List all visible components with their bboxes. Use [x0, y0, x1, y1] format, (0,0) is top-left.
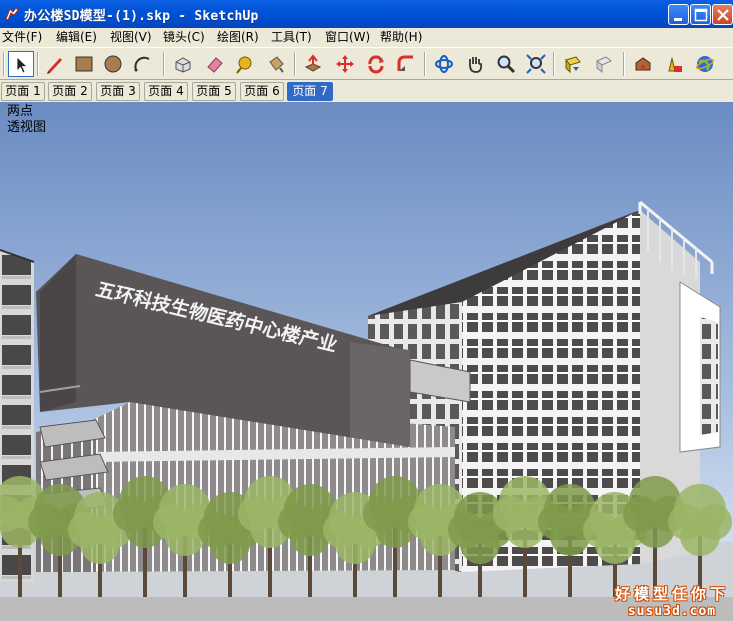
select-arrow-icon [16, 56, 29, 74]
add-location-button[interactable] [661, 51, 687, 77]
pan-hand-icon [469, 57, 483, 73]
scene-tabs: 页面 1 页面 2 页面 3 页面 4 页面 5 页面 6 页面 7 [0, 80, 733, 102]
eraser-tool-button[interactable] [202, 51, 228, 77]
view-label-perspective: 透视图 [7, 120, 47, 135]
menu-draw[interactable]: 绘图(R) [217, 29, 259, 46]
rotate-icon [368, 55, 384, 74]
window-title: 办公楼SD模型-(1).skp - SketchUp [24, 9, 259, 24]
tape-measure-icon [236, 56, 252, 74]
tab-scene-2[interactable]: 页面 2 [48, 82, 92, 101]
tree-canopy [505, 508, 545, 548]
rectangle-tool-button[interactable] [71, 51, 97, 77]
watermark: 好模型任你下 susu3d.com [615, 583, 729, 619]
watermark-site: susu3d.com [627, 604, 717, 619]
sketchup-app-icon[interactable] [4, 6, 20, 22]
arc-icon [134, 56, 150, 72]
rotate-tool-button[interactable] [363, 51, 389, 77]
menu-tools[interactable]: 工具(T) [271, 29, 312, 46]
minimize-icon [674, 18, 682, 21]
menu-camera[interactable]: 镜头(C) [163, 29, 205, 46]
tree-canopy [165, 516, 205, 556]
line-tool-button[interactable] [42, 51, 68, 77]
google-earth-button[interactable] [692, 51, 718, 77]
tree-canopy [595, 524, 635, 564]
add-location-icon [668, 57, 682, 72]
orbit-tool-button[interactable] [431, 51, 457, 77]
watermark-slogan: 好模型任你下 [614, 585, 729, 603]
toolbar-separator [294, 52, 296, 76]
rectangle-icon [75, 56, 93, 72]
minimize-button[interactable] [668, 4, 689, 25]
maximize-button[interactable] [690, 4, 711, 25]
tab-scene-5[interactable]: 页面 5 [192, 82, 236, 101]
push-pull-icon [304, 54, 322, 72]
toolbar-separator [623, 52, 625, 76]
menu-edit[interactable]: 编辑(E) [56, 29, 97, 46]
tree-canopy [550, 516, 590, 556]
tree-canopy [210, 524, 250, 564]
menu-bar: 文件(F) 编辑(E) 视图(V) 镜头(C) 绘图(R) 工具(T) 窗口(W… [0, 28, 733, 47]
zoom-extents-icon [526, 54, 546, 74]
toolbar-separator [163, 52, 165, 76]
arc-tool-button[interactable] [129, 51, 155, 77]
toolbar-separator [553, 52, 555, 76]
move-icon [336, 55, 354, 73]
make-component-button[interactable] [170, 51, 196, 77]
toolbar-separator [424, 52, 426, 76]
google-earth-icon [695, 56, 715, 72]
circle-icon [104, 55, 122, 73]
select-tool-button[interactable] [8, 51, 34, 77]
eraser-icon [207, 57, 223, 73]
orbit-icon [435, 55, 453, 73]
component-warehouse-button[interactable] [630, 51, 656, 77]
paint-bucket-button[interactable] [263, 51, 289, 77]
zoom-tool-button[interactable] [493, 51, 519, 77]
pencil-line-icon [47, 58, 62, 74]
view-label-perspective-type: 两点 [7, 104, 34, 119]
main-toolbar [0, 47, 733, 80]
tree-canopy [680, 516, 720, 556]
tab-scene-4[interactable]: 页面 4 [144, 82, 188, 101]
tab-scene-1[interactable]: 页面 1 [1, 82, 45, 101]
get-models-icon [565, 56, 581, 74]
close-icon [717, 9, 729, 21]
tab-scene-7[interactable]: 页面 7 [287, 82, 333, 101]
menu-help[interactable]: 帮助(H) [380, 29, 422, 46]
tab-scene-6[interactable]: 页面 6 [240, 82, 284, 101]
follow-me-button[interactable] [393, 51, 419, 77]
push-pull-button[interactable] [300, 51, 326, 77]
menu-file[interactable]: 文件(F) [2, 29, 42, 46]
building-model-render[interactable]: 五环科技生物医药中心楼产业 [0, 102, 733, 621]
zoom-icon [497, 55, 516, 74]
component-warehouse-icon [635, 57, 651, 71]
toolbar-separator [37, 52, 39, 76]
tree-canopy [635, 508, 675, 548]
make-component-icon [175, 57, 191, 73]
tab-scene-3[interactable]: 页面 3 [96, 82, 140, 101]
share-model-icon [596, 56, 612, 74]
tree-canopy [335, 524, 375, 564]
share-model-button[interactable] [591, 51, 617, 77]
tree-canopy [375, 508, 415, 548]
get-models-button[interactable] [560, 51, 586, 77]
menu-window[interactable]: 窗口(W) [325, 29, 370, 46]
zoom-extents-button[interactable] [523, 51, 549, 77]
paint-bucket-icon [269, 56, 284, 73]
move-tool-button[interactable] [332, 51, 358, 77]
pan-tool-button[interactable] [462, 51, 488, 77]
tree-canopy [290, 516, 330, 556]
menu-view[interactable]: 视图(V) [110, 29, 152, 46]
view-label: 两点 透视图 [7, 104, 46, 136]
tree-canopy [80, 524, 120, 564]
maximize-icon [694, 8, 708, 22]
model-viewport[interactable]: 五环科技生物医药中心楼产业 两点 透视图 好模型任你下 susu3d.com [0, 102, 733, 621]
tape-measure-button[interactable] [232, 51, 258, 77]
tree-canopy [460, 524, 500, 564]
circle-tool-button[interactable] [100, 51, 126, 77]
sketchup-window: 办公楼SD模型-(1).skp - SketchUp 文件(F) 编辑(E) 视… [0, 0, 733, 621]
toolbar-grip[interactable] [3, 52, 5, 76]
close-button[interactable] [712, 4, 733, 25]
title-bar[interactable]: 办公楼SD模型-(1).skp - SketchUp [0, 0, 733, 28]
follow-me-icon [397, 55, 413, 71]
